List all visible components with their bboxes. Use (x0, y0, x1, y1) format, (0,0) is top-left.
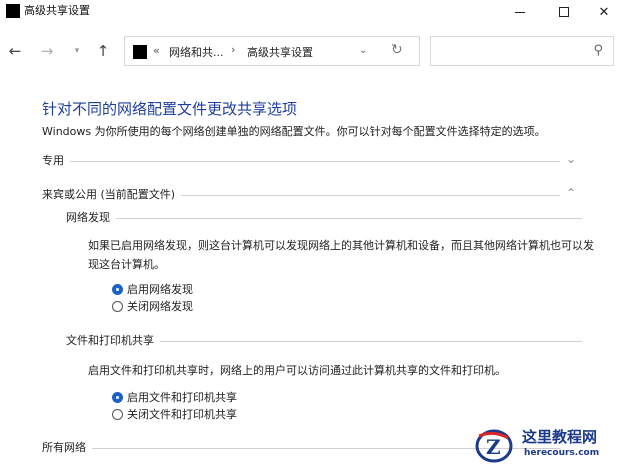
breadcrumb-network-sharing[interactable]: 网络和共... (169, 44, 224, 60)
minimize-button[interactable] (500, 0, 540, 24)
breadcrumb-separator[interactable]: › (231, 43, 235, 56)
chevron-up-icon[interactable]: ⌃ (566, 186, 576, 200)
section-guest-public-title[interactable]: 来宾或公用 (当前配置文件) (42, 186, 182, 202)
file-printer-sharing-title: 文件和打印机共享 (66, 332, 160, 348)
chevron-down-icon: ▾ (74, 46, 80, 56)
divider (42, 161, 560, 162)
radio-disable-file-printer-sharing[interactable]: 关闭文件和打印机共享 (112, 406, 237, 422)
radio-label[interactable]: 关闭文件和打印机共享 (127, 406, 237, 422)
watermark-logo-icon: Z (475, 429, 513, 463)
title-bar: 高级共享设置 ✕ (0, 0, 618, 24)
radio-label[interactable]: 启用网络发现 (127, 281, 193, 297)
up-button[interactable]: ↑ (92, 40, 114, 62)
radio-label[interactable]: 关闭网络发现 (127, 298, 193, 314)
back-arrow-icon: ← (8, 42, 22, 60)
network-discovery-title: 网络发现 (66, 209, 116, 225)
page-description: Windows 为你所使用的每个网络创建单独的网络配置文件。你可以针对每个配置文… (42, 125, 546, 138)
location-icon (133, 45, 147, 59)
radio-button-selected[interactable] (112, 283, 123, 295)
radio-button[interactable] (112, 300, 123, 312)
navigation-bar: ← → ▾ ↑ « 网络和共... › 高级共享设置 ⌄ ↻ ⚲ (0, 34, 618, 68)
subsection-network-discovery: 网络发现 (66, 209, 582, 227)
radio-label[interactable]: 启用文件和打印机共享 (127, 389, 237, 405)
radio-enable-network-discovery[interactable]: 启用网络发现 (112, 281, 193, 297)
search-input[interactable]: ⚲ (430, 36, 614, 66)
back-button[interactable]: ← (4, 40, 26, 62)
window-title: 高级共享设置 (24, 4, 90, 17)
radio-disable-network-discovery[interactable]: 关闭网络发现 (112, 298, 193, 314)
network-discovery-description: 如果已启用网络发现，则这台计算机可以发现网络上的其他计算机和设备，而且其他网络计… (88, 239, 594, 271)
up-arrow-icon: ↑ (96, 42, 110, 60)
section-private-title[interactable]: 专用 (42, 152, 70, 168)
radio-button-selected[interactable] (112, 391, 123, 403)
radio-button[interactable] (112, 408, 123, 420)
address-bar[interactable]: « 网络和共... › 高级共享设置 ⌄ ↻ (124, 36, 420, 66)
section-guest-public[interactable]: 来宾或公用 (当前配置文件) ⌃ (42, 186, 582, 204)
svg-text:Z: Z (486, 435, 501, 459)
subsection-file-printer-sharing: 文件和打印机共享 (66, 332, 582, 350)
refresh-icon[interactable]: ↻ (391, 42, 403, 58)
overflow-chevron[interactable]: « (153, 44, 160, 57)
close-button[interactable]: ✕ (584, 0, 618, 24)
forward-arrow-icon: → (40, 42, 54, 60)
maximize-icon (559, 7, 569, 17)
forward-button[interactable]: → (36, 40, 58, 62)
page-title: 针对不同的网络配置文件更改共享选项 (42, 100, 298, 118)
watermark-title: 这里教程网 (522, 428, 598, 446)
section-private[interactable]: 专用 ⌄ (42, 152, 582, 170)
minimize-icon (515, 11, 525, 13)
chevron-down-icon[interactable]: ⌄ (566, 152, 576, 166)
watermark-url: herecours.com (524, 448, 600, 458)
close-icon: ✕ (598, 4, 610, 20)
search-icon: ⚲ (593, 43, 603, 58)
app-icon (6, 4, 20, 18)
maximize-button[interactable] (544, 0, 584, 24)
recent-locations-button[interactable]: ▾ (66, 40, 88, 62)
divider (66, 218, 582, 219)
radio-enable-file-printer-sharing[interactable]: 启用文件和打印机共享 (112, 389, 237, 405)
address-dropdown-icon[interactable]: ⌄ (359, 45, 367, 56)
watermark: Z 这里教程网 herecours.com (470, 424, 618, 465)
file-printer-sharing-description: 启用文件和打印机共享时，网络上的用户可以访问通过此计算机共享的文件和打印机。 (88, 364, 506, 377)
breadcrumb-advanced-sharing[interactable]: 高级共享设置 (247, 44, 313, 60)
section-all-networks-title[interactable]: 所有网络 (42, 439, 92, 455)
